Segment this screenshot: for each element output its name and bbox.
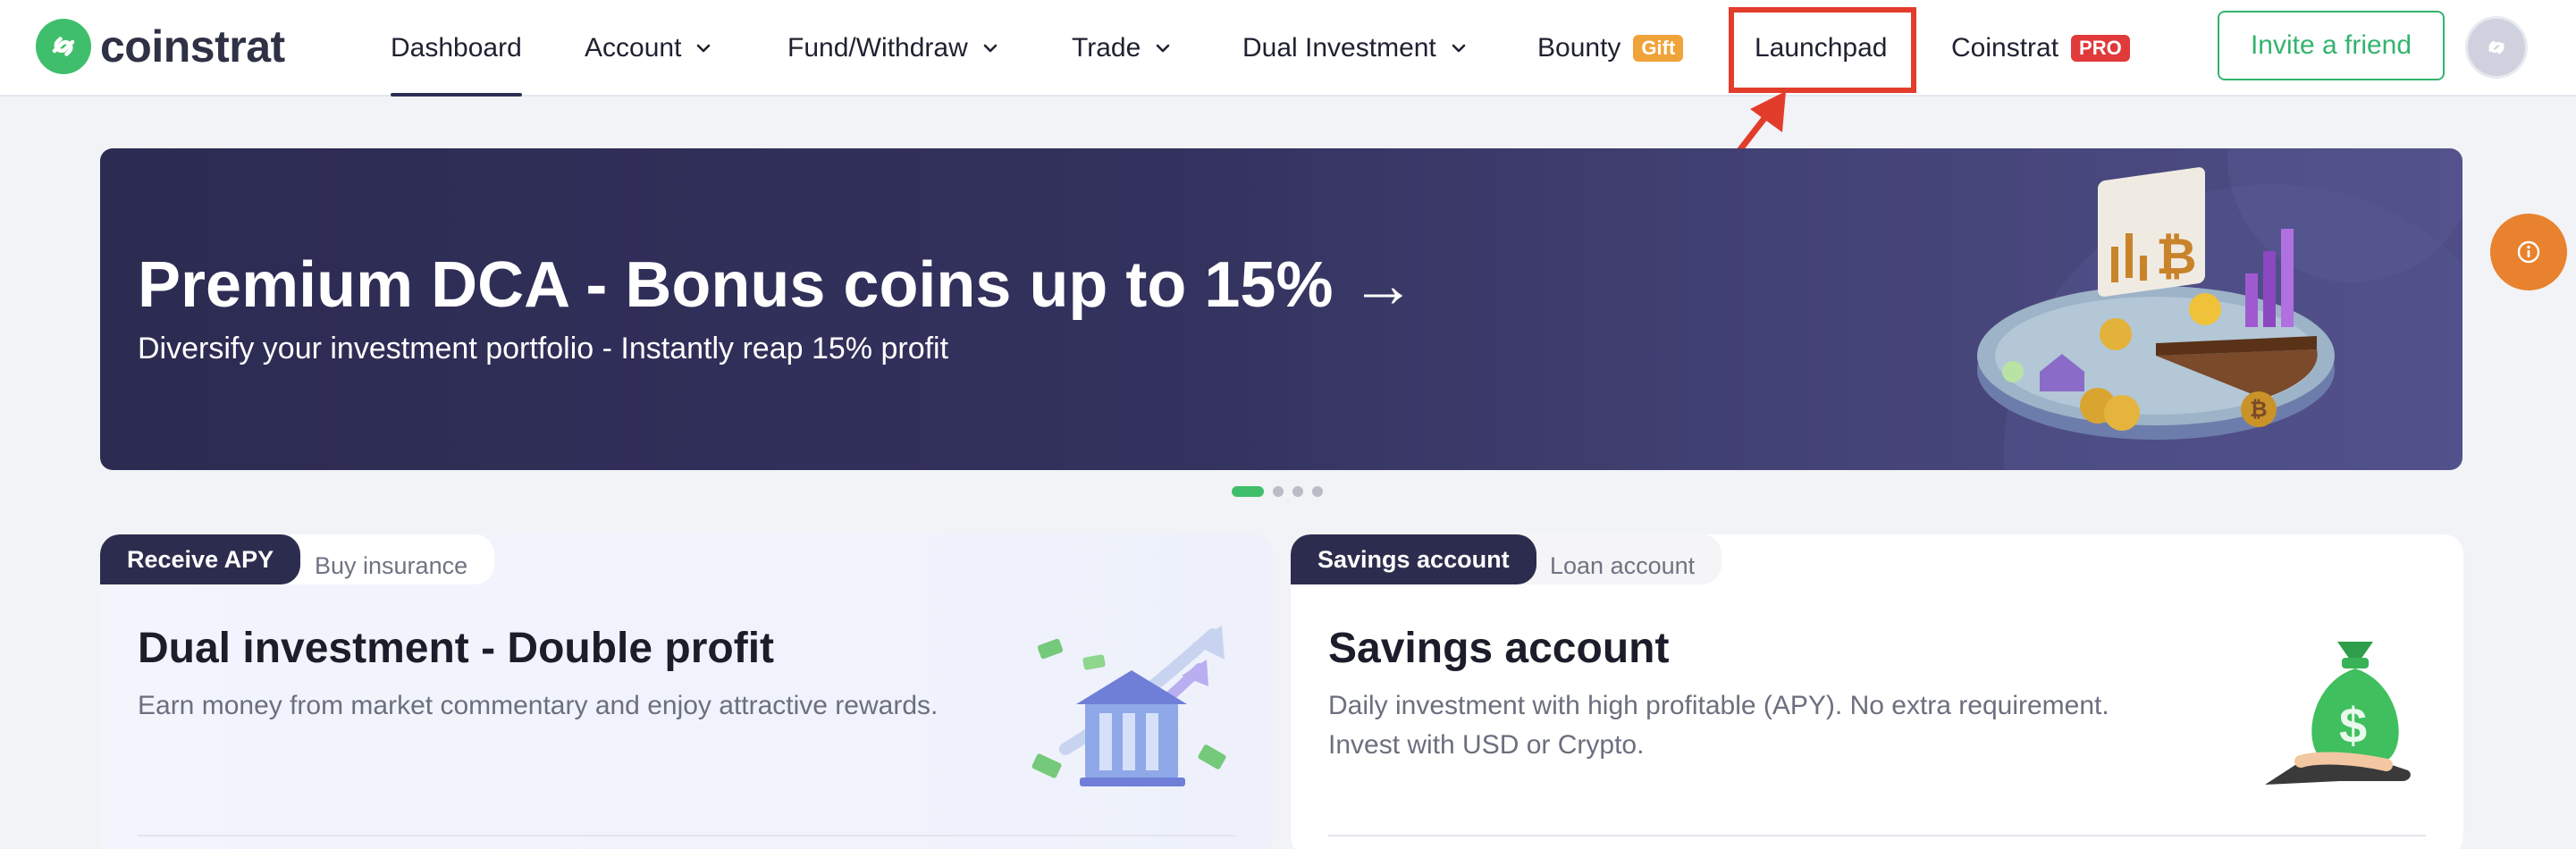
dual-investment-card: Receive APY Buy insurance Dual investmen… <box>100 534 1273 849</box>
svg-text:$: $ <box>2339 697 2367 753</box>
tab-buy-insurance[interactable]: Buy insurance <box>288 534 495 584</box>
brand-name: coinstrat <box>100 21 285 71</box>
banner-dot-2[interactable] <box>1273 486 1284 497</box>
nav-trade-label: Trade <box>1072 33 1141 63</box>
nav-coinstrat-label: Coinstrat <box>1951 33 2059 63</box>
tab-loan-account[interactable]: Loan account <box>1523 534 1722 584</box>
nav-dual-investment-label: Dual Investment <box>1242 33 1436 63</box>
nav-account-label: Account <box>585 33 682 63</box>
gift-badge: Gift <box>1633 35 1684 62</box>
invite-friend-button[interactable]: Invite a friend <box>2218 11 2445 80</box>
info-icon <box>2517 240 2540 264</box>
svg-text:₿: ₿ <box>2156 228 2197 284</box>
chevron-down-icon <box>1156 44 1170 53</box>
nav-account[interactable]: Account <box>585 0 713 97</box>
banner-subtitle: Diversify your investment portfolio - In… <box>138 332 949 366</box>
banner-dot-4[interactable] <box>1312 486 1323 497</box>
coinstrat-logo-icon <box>36 19 91 74</box>
card-title: Dual investment - Double profit <box>138 625 775 672</box>
nav-bounty-label: Bounty <box>1537 33 1621 63</box>
nav-dashboard[interactable]: Dashboard <box>391 0 522 97</box>
banner-title: Premium DCA - Bonus coins up to 15% → <box>138 249 1416 321</box>
nav-bounty[interactable]: Bounty Gift <box>1537 0 1684 97</box>
chevron-down-icon <box>697 44 711 53</box>
card-description: Earn money from market commentary and en… <box>138 691 939 720</box>
banner-dot-1[interactable] <box>1232 486 1264 497</box>
card-divider <box>1328 835 2426 836</box>
banner-pagination <box>1232 485 1323 498</box>
user-avatar[interactable] <box>2465 16 2528 79</box>
nav-trade[interactable]: Trade <box>1072 0 1173 97</box>
card-description: Daily investment with high profitable (A… <box>1328 691 2109 760</box>
nav-dual-investment[interactable]: Dual Investment <box>1242 0 1469 97</box>
card-divider <box>138 835 1235 836</box>
svg-text:₿: ₿ <box>2250 398 2268 422</box>
promo-banner[interactable]: Premium DCA - Bonus coins up to 15% → Di… <box>100 148 2462 470</box>
user-avatar-icon <box>2488 40 2504 55</box>
chevron-down-icon <box>1452 44 1466 53</box>
brand-logo[interactable]: coinstrat <box>36 18 285 75</box>
floating-info-button[interactable] <box>2490 214 2567 290</box>
chevron-down-icon <box>983 44 998 53</box>
nav-fund-withdraw-label: Fund/Withdraw <box>787 33 968 63</box>
launchpad-highlight-box <box>1729 7 1916 93</box>
bank-growth-illustration <box>1031 626 1226 786</box>
nav-fund-withdraw[interactable]: Fund/Withdraw <box>787 0 1000 97</box>
top-navigation-bar: coinstrat Dashboard Account Fund/Withdra… <box>0 0 2576 97</box>
banner-dot-3[interactable] <box>1292 486 1303 497</box>
savings-account-card: Savings account Loan account Savings acc… <box>1291 534 2463 849</box>
pro-badge: PRO <box>2071 35 2130 62</box>
nav-dashboard-label: Dashboard <box>391 33 522 63</box>
card-title: Savings account <box>1328 625 1670 672</box>
money-bag-icon: $ <box>2265 642 2411 785</box>
nav-coinstrat-pro[interactable]: Coinstrat PRO <box>1951 0 2130 97</box>
tab-savings-account[interactable]: Savings account <box>1291 534 1536 584</box>
crypto-dashboard-illustration: ₿ ₿ <box>1977 148 2462 470</box>
tab-receive-apy[interactable]: Receive APY <box>100 534 301 584</box>
